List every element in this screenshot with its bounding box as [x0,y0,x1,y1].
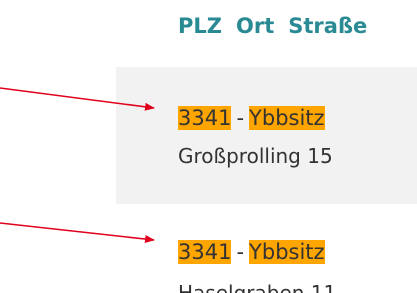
search-results-panel: PLZ Ort Straße 3341- Ybbsitz Großprolling… [0,0,417,293]
plz-highlight: 3341 [178,106,232,130]
column-header-plz[interactable]: PLZ [178,14,222,38]
result-row[interactable]: 3341- Ybbsitz Großprolling 15 [116,67,417,204]
result-street: Großprolling 15 [178,144,333,168]
plz-highlight: 3341 [178,240,232,264]
separator: - [236,240,245,264]
column-header-strasse[interactable]: Straße [288,14,367,38]
column-headers: PLZ Ort Straße [178,14,367,38]
ort-highlight: Ybbsitz [249,240,325,264]
result-street: Haselgraben 11 [178,281,337,293]
separator: - [236,106,245,130]
result-location: 3341- Ybbsitz [178,240,325,264]
column-header-ort[interactable]: Ort [236,14,274,38]
ort-highlight: Ybbsitz [249,106,325,130]
result-row[interactable]: 3341- Ybbsitz Haselgraben 11 [116,204,417,293]
result-location: 3341- Ybbsitz [178,106,325,130]
